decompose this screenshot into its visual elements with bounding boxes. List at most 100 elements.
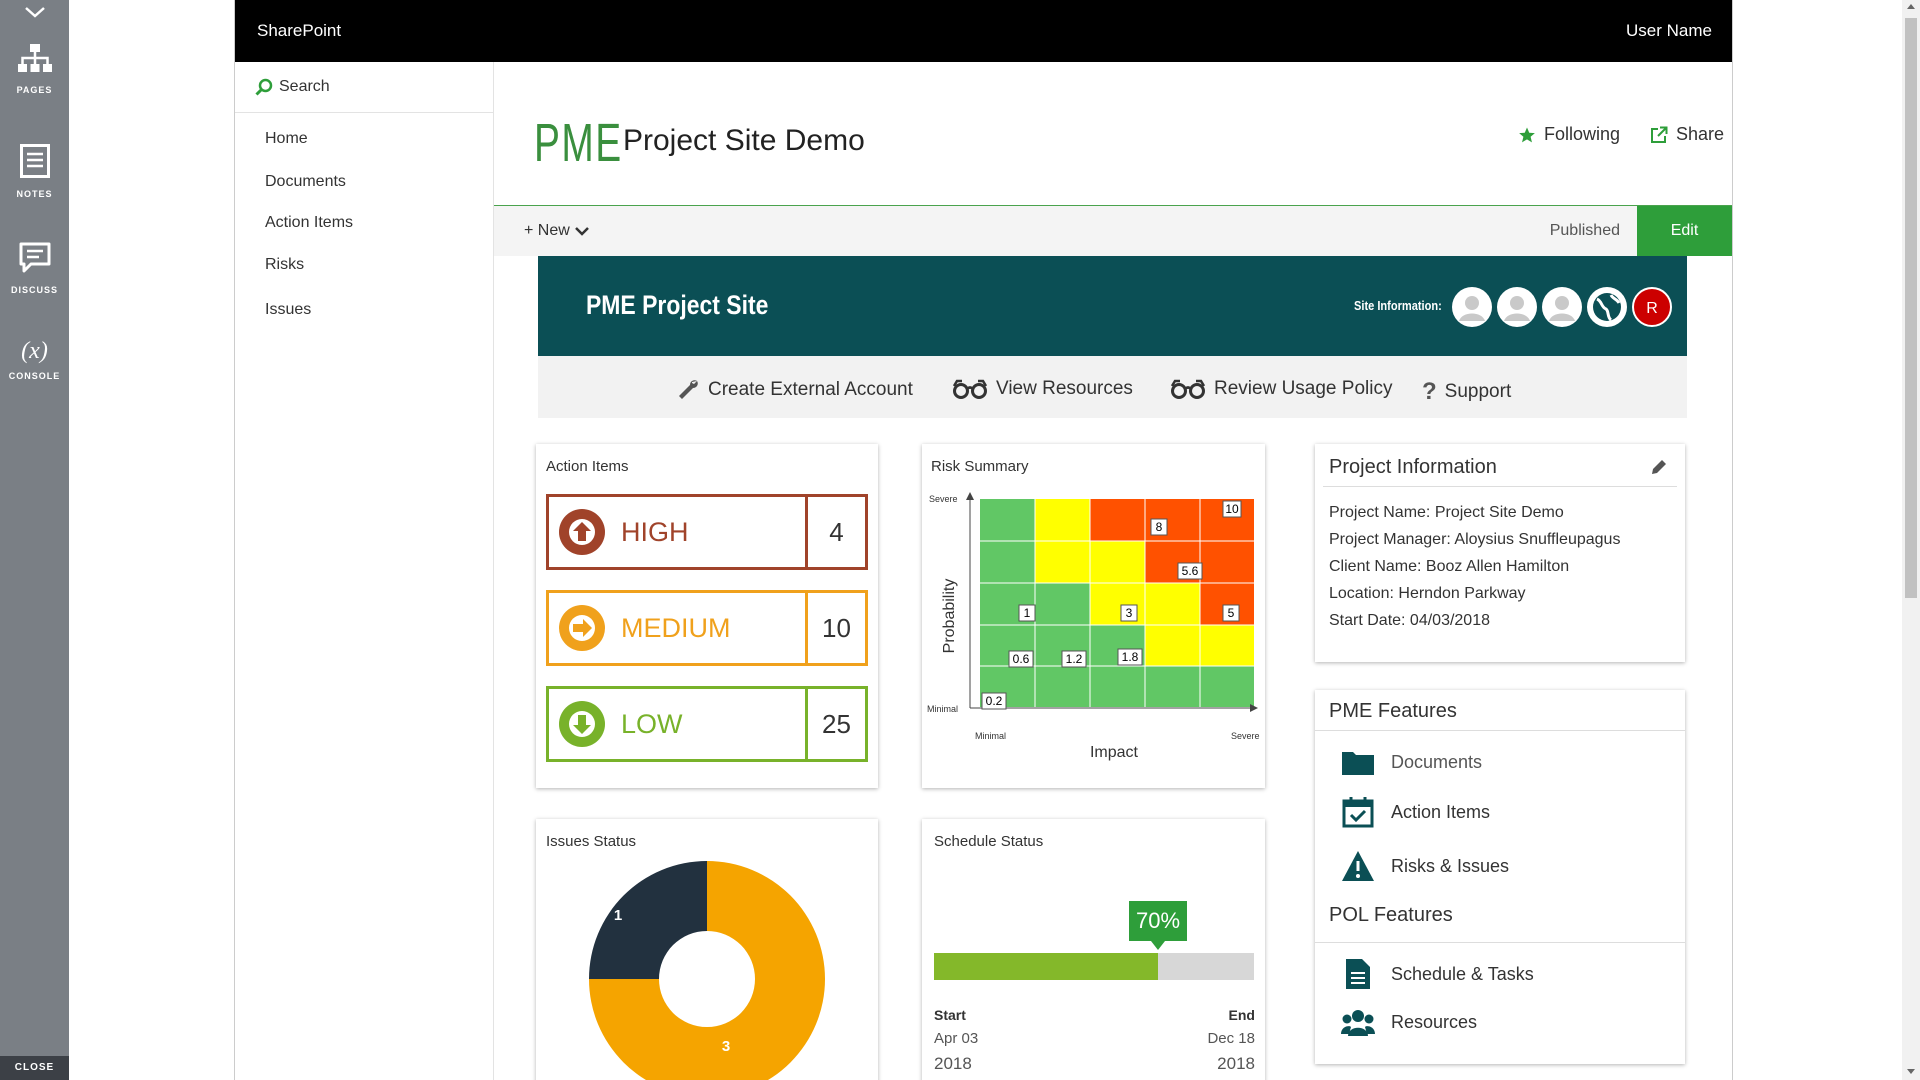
left-nav: Search Home Documents Action Items Risks… [235, 62, 493, 1080]
feature-action-items-label: Action Items [1391, 801, 1491, 822]
rail-pages-label: PAGES [16, 85, 53, 95]
site-info-label: Site Information: [1354, 298, 1442, 313]
avatar[interactable] [1497, 287, 1537, 327]
feature-schedule-tasks[interactable]: Schedule & Tasks [1341, 958, 1534, 990]
rail-console[interactable]: (x) CONSOLE [0, 338, 69, 381]
banner-title: PME Project Site [586, 290, 769, 320]
sitemap-icon [17, 44, 52, 72]
following-button[interactable]: Following [1518, 124, 1620, 145]
donut-slice[interactable] [589, 861, 707, 979]
view-resources-link[interactable]: View Resources [952, 378, 1133, 400]
rail-pages[interactable]: PAGES [0, 44, 69, 95]
nav-issues[interactable]: Issues [265, 301, 311, 319]
user-name[interactable]: User Name [1626, 21, 1712, 41]
arrow-down-icon [559, 701, 605, 747]
star-icon [1519, 127, 1535, 142]
pme-features-title: PME Features [1329, 700, 1457, 722]
page-scrollbar[interactable] [1902, 0, 1920, 1080]
globe-avatar[interactable] [1587, 287, 1627, 327]
nav-home[interactable]: Home [265, 130, 308, 148]
person-icon [1543, 288, 1581, 326]
rail-discuss[interactable]: DISCUSS [0, 242, 69, 295]
page-title: Project Site Demo [623, 124, 865, 157]
x-axis-title: Impact [1090, 744, 1139, 761]
rail-close-button[interactable]: CLOSE [0, 1056, 69, 1080]
search-label: Search [279, 78, 330, 95]
risk-label: 5.6 [1182, 564, 1199, 578]
person-icon [1498, 288, 1536, 326]
issues-donut-chart: 1 3 [589, 861, 825, 1080]
action-medium-count: 10 [805, 593, 865, 663]
avatar[interactable] [1452, 287, 1492, 327]
calendar-check-icon [1342, 797, 1374, 828]
project-location: Location: Herndon Parkway [1329, 585, 1526, 602]
nav-risks[interactable]: Risks [265, 256, 304, 274]
pencil-icon[interactable] [1650, 458, 1668, 476]
risk-label: 10 [1225, 502, 1239, 516]
search-box[interactable]: Search [255, 78, 330, 96]
feature-resources[interactable]: Resources [1341, 1008, 1477, 1036]
project-info-divider [1323, 486, 1677, 487]
arrow-right-icon [559, 605, 605, 651]
risk-label: 3 [1126, 606, 1133, 620]
sharepoint-brand[interactable]: SharePoint [257, 21, 341, 41]
feature-documents[interactable]: Documents [1341, 748, 1482, 776]
nav-action-items[interactable]: Action Items [265, 214, 353, 232]
suite-bar: SharePoint User Name [235, 0, 1732, 62]
support-link[interactable]: ? Support [1422, 378, 1511, 406]
y-axis-arrow [966, 492, 974, 500]
create-external-account-link[interactable]: Create External Account [676, 378, 913, 402]
pme-features-divider [1315, 730, 1685, 731]
avatar[interactable] [1542, 287, 1582, 327]
nav-documents[interactable]: Documents [265, 173, 346, 191]
risk-label: 1 [1024, 606, 1031, 620]
scroll-up-arrow[interactable] [1907, 4, 1915, 9]
feature-risks-issues-label: Risks & Issues [1391, 855, 1510, 876]
schedule-percent-pointer [1151, 941, 1165, 950]
action-low-row[interactable]: LOW 25 [546, 686, 868, 762]
pol-features-divider [1315, 942, 1685, 943]
command-bar: + New Published Edit [494, 206, 1732, 256]
collapse-chevron-icon[interactable] [0, 0, 69, 24]
folder-icon [1342, 752, 1374, 775]
risk-label: 1.8 [1122, 650, 1139, 664]
schedule-start-year: 2018 [934, 1054, 972, 1073]
support-label: Support [1444, 381, 1512, 402]
action-high-row[interactable]: HIGH 4 [546, 494, 868, 570]
chevron-down-icon [574, 227, 589, 236]
discuss-icon [19, 242, 50, 273]
y-low-label: Minimal [927, 704, 958, 714]
arrow-up-icon [559, 509, 605, 555]
action-high-count: 4 [805, 497, 865, 567]
warning-icon [1342, 851, 1374, 881]
view-resources-label: View Resources [996, 378, 1133, 399]
person-icon [1453, 288, 1491, 326]
scroll-down-arrow[interactable] [1907, 1069, 1915, 1074]
user-initial-avatar[interactable]: R [1632, 287, 1672, 327]
risk-label: 0.2 [986, 694, 1003, 708]
schedule-end-year: 2018 [1217, 1054, 1255, 1073]
feature-resources-label: Resources [1391, 1011, 1478, 1032]
rail-notes[interactable]: NOTES [0, 144, 69, 199]
action-medium-row[interactable]: MEDIUM 10 [546, 590, 868, 666]
create-external-account-label: Create External Account [708, 379, 913, 400]
new-button[interactable]: + New [524, 222, 590, 240]
pme-logo: PME [534, 113, 623, 173]
donut-label: 3 [722, 1038, 730, 1055]
risk-summary-card: Risk Summary 10 8 5.6 1 3 5 0.6 1.2 1.8 … [922, 444, 1265, 788]
client-name: Client Name: Booz Allen Hamilton [1329, 558, 1570, 575]
schedule-end-date: Dec 18 [1207, 1030, 1255, 1047]
edit-button[interactable]: Edit [1637, 206, 1732, 256]
feature-risks-issues[interactable]: Risks & Issues [1341, 850, 1509, 882]
rail-notes-label: NOTES [16, 189, 53, 199]
review-usage-policy-link[interactable]: Review Usage Policy [1170, 378, 1392, 400]
share-button[interactable]: Share [1650, 124, 1724, 145]
feature-action-items[interactable]: Action Items [1341, 796, 1490, 828]
donut-group [589, 861, 825, 1080]
y-axis-title: Probability [941, 579, 958, 654]
published-status: Published [1549, 222, 1620, 239]
console-icon: (x) [21, 338, 48, 364]
x-low-label: Minimal [975, 731, 1006, 741]
schedule-end-label: End [1228, 1007, 1255, 1023]
scrollbar-thumb[interactable] [1905, 18, 1917, 598]
